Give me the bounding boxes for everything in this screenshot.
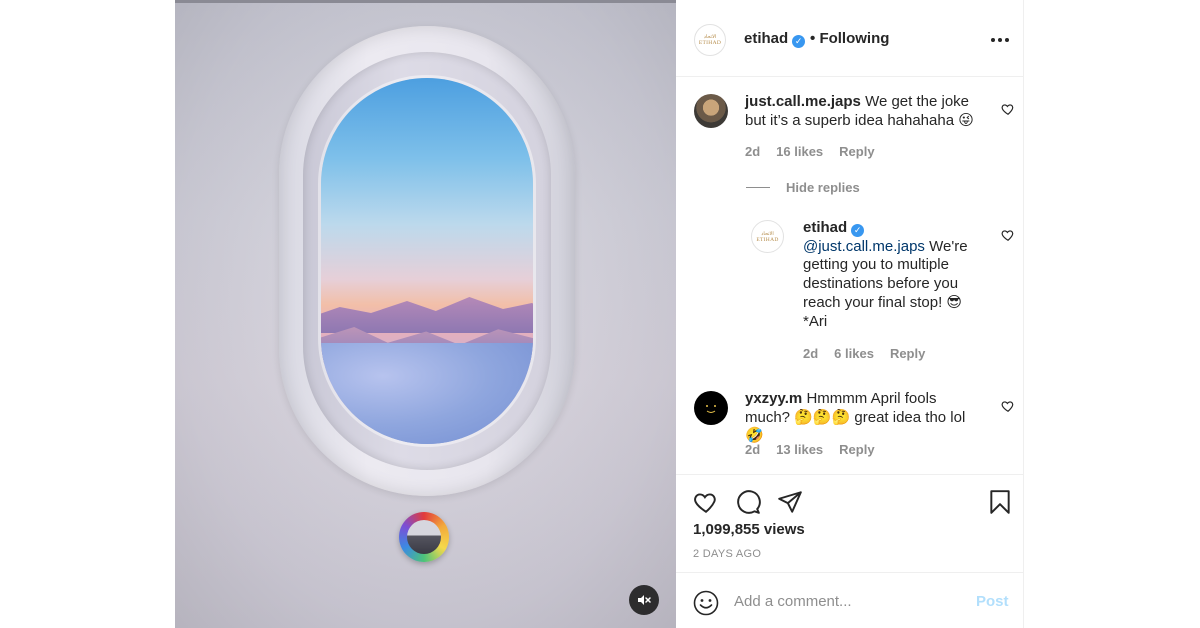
comment-item: just.call.me.japs We get the joke but it… bbox=[676, 92, 1024, 172]
reply-text: etihad ✓ @just.call.me.japs We're getting… bbox=[803, 219, 983, 331]
comment-meta: 2d 16 likes Reply bbox=[745, 144, 875, 159]
hide-replies-label: Hide replies bbox=[786, 180, 860, 195]
verified-badge-icon: ✓ bbox=[851, 224, 865, 237]
mountain-range bbox=[321, 297, 533, 333]
comment-composer: Post bbox=[676, 572, 1024, 628]
more-horizontal-icon[interactable] bbox=[991, 30, 1011, 50]
post-video[interactable] bbox=[175, 0, 676, 628]
comment-item: yxzyy.m Hmmmm April fools much? 🤔🤔🤔 grea… bbox=[676, 389, 1024, 469]
comment-username[interactable]: just.call.me.japs bbox=[745, 93, 861, 110]
airplane-window-bezel bbox=[279, 26, 575, 496]
header-username-wrap: etihad ✓ bbox=[744, 30, 806, 48]
header-username[interactable]: etihad bbox=[744, 30, 788, 47]
etihad-logo-latin: ETIHAD bbox=[698, 40, 722, 46]
cloud-layer bbox=[321, 343, 533, 444]
post-header: الاتحاد ETIHAD etihad ✓ • Following bbox=[676, 0, 1023, 77]
airplane-window-view bbox=[321, 78, 533, 444]
comment-bubble-icon[interactable] bbox=[735, 489, 761, 515]
reply-username[interactable]: etihad bbox=[803, 219, 847, 236]
comment-text: just.call.me.japs We get the joke but it… bbox=[745, 93, 985, 130]
share-paper-plane-icon[interactable] bbox=[777, 489, 803, 515]
etihad-logo-latin: ETIHAD bbox=[756, 236, 779, 243]
comment-reply-button[interactable]: Reply bbox=[839, 442, 874, 457]
airplane-window-frame bbox=[303, 52, 551, 470]
reply-likes[interactable]: 6 likes bbox=[834, 346, 874, 361]
post-timestamp[interactable]: 2 DAYS AGO bbox=[693, 548, 761, 560]
like-heart-icon[interactable] bbox=[693, 489, 719, 515]
hide-replies-line bbox=[746, 187, 770, 188]
reply-item: الاتحاد ETIHAD etihad ✓ @just.call.me.jap… bbox=[676, 218, 1024, 368]
like-reply-heart-icon[interactable] bbox=[1001, 228, 1015, 242]
comment-timestamp[interactable]: 2d bbox=[745, 144, 760, 159]
header-follow-wrap: • Following bbox=[810, 30, 889, 47]
reply-etihad-avatar[interactable]: الاتحاد ETIHAD bbox=[751, 220, 784, 253]
comment-likes[interactable]: 13 likes bbox=[776, 442, 823, 457]
reply-reply-button[interactable]: Reply bbox=[890, 346, 925, 361]
comment-timestamp[interactable]: 2d bbox=[745, 442, 760, 457]
video-top-edge bbox=[175, 0, 676, 3]
post-actions: 1,099,855 views 2 DAYS AGO bbox=[676, 474, 1024, 572]
window-dimmer-knob bbox=[399, 512, 449, 562]
comment-username[interactable]: yxzyy.m bbox=[745, 390, 802, 407]
post-side-panel: الاتحاد ETIHAD etihad ✓ • Following just.… bbox=[676, 0, 1024, 628]
window-dimmer-face bbox=[407, 520, 441, 554]
commenter-avatar[interactable] bbox=[694, 94, 728, 128]
comment-reply-button[interactable]: Reply bbox=[839, 144, 874, 159]
muted-speaker-icon bbox=[638, 595, 651, 605]
save-bookmark-icon[interactable] bbox=[987, 489, 1013, 515]
header-separator: • bbox=[810, 30, 816, 47]
like-comment-heart-icon[interactable] bbox=[1001, 399, 1015, 413]
verified-badge-icon: ✓ bbox=[792, 35, 806, 48]
view-count[interactable]: 1,099,855 views bbox=[693, 521, 805, 538]
post-comment-button[interactable]: Post bbox=[976, 593, 1009, 610]
face-glyph-icon bbox=[706, 405, 716, 413]
reply-mention-link[interactable]: @just.call.me.japs bbox=[803, 238, 925, 255]
reply-timestamp[interactable]: 2d bbox=[803, 346, 818, 361]
commenter-avatar[interactable] bbox=[694, 391, 728, 425]
emoji-smile-icon[interactable] bbox=[693, 590, 719, 616]
like-comment-heart-icon[interactable] bbox=[1001, 102, 1015, 116]
etihad-avatar[interactable]: الاتحاد ETIHAD bbox=[694, 24, 726, 56]
add-comment-input[interactable] bbox=[734, 589, 964, 613]
sound-toggle-button[interactable] bbox=[629, 585, 659, 615]
comment-likes[interactable]: 16 likes bbox=[776, 144, 823, 159]
comment-meta: 2d 13 likes Reply bbox=[745, 442, 875, 457]
comment-text: yxzyy.m Hmmmm April fools much? 🤔🤔🤔 grea… bbox=[745, 390, 985, 446]
reply-meta: 2d 6 likes Reply bbox=[803, 346, 925, 361]
hide-replies-button[interactable]: Hide replies bbox=[746, 180, 860, 195]
following-button[interactable]: Following bbox=[819, 30, 889, 47]
